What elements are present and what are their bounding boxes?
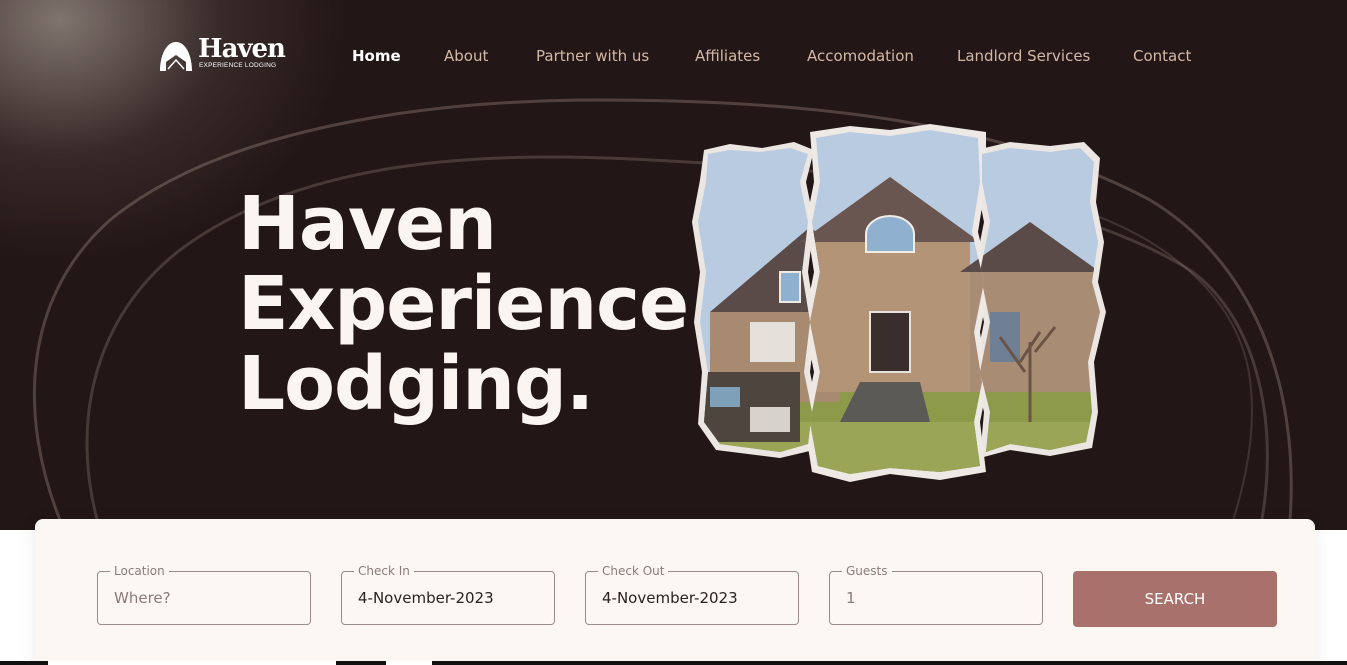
guests-field[interactable]: Guests 1 [829,564,1043,625]
check-out-field[interactable]: Check Out 4-November-2023 [585,564,799,625]
hero-headline: Haven Experience Lodging. [238,181,689,427]
check-out-value: 4-November-2023 [602,589,738,607]
house-collage-image [692,124,1106,482]
location-field[interactable]: Location Where? [97,564,311,625]
nav-accomodation[interactable]: Accomodation [807,47,914,65]
bottom-edge-segment [48,661,336,665]
headline-line-2: Experience [238,261,689,347]
check-out-label: Check Out [598,564,669,578]
nav-contact[interactable]: Contact [1133,47,1191,65]
location-placeholder: Where? [114,589,171,607]
nav-affiliates[interactable]: Affiliates [695,47,760,65]
house-dome-icon [160,42,192,71]
hero-section: Haven EXPERIENCE LODGING Home About Part… [0,0,1347,530]
page-bottom-edge [0,661,1347,665]
haven-logo[interactable]: Haven EXPERIENCE LODGING [158,34,286,74]
guests-label: Guests [842,564,892,578]
check-in-field[interactable]: Check In 4-November-2023 [341,564,555,625]
logo-wordmark: Haven [198,34,286,64]
booking-search-card: Location Where? Check In 4-November-2023… [35,519,1315,665]
check-in-value: 4-November-2023 [358,589,494,607]
nav-home[interactable]: Home [352,47,401,65]
bottom-edge-segment [386,661,432,665]
location-label: Location [110,564,169,578]
search-button[interactable]: SEARCH [1073,571,1277,627]
headline-line-3: Lodging. [238,341,594,427]
nav-about[interactable]: About [444,47,488,65]
check-in-label: Check In [354,564,414,578]
nav-partner-with-us[interactable]: Partner with us [536,47,649,65]
logo-tagline: EXPERIENCE LODGING [199,62,277,69]
guests-value: 1 [846,589,856,607]
nav-landlord-services[interactable]: Landlord Services [957,47,1090,65]
headline-line-1: Haven [238,181,497,267]
